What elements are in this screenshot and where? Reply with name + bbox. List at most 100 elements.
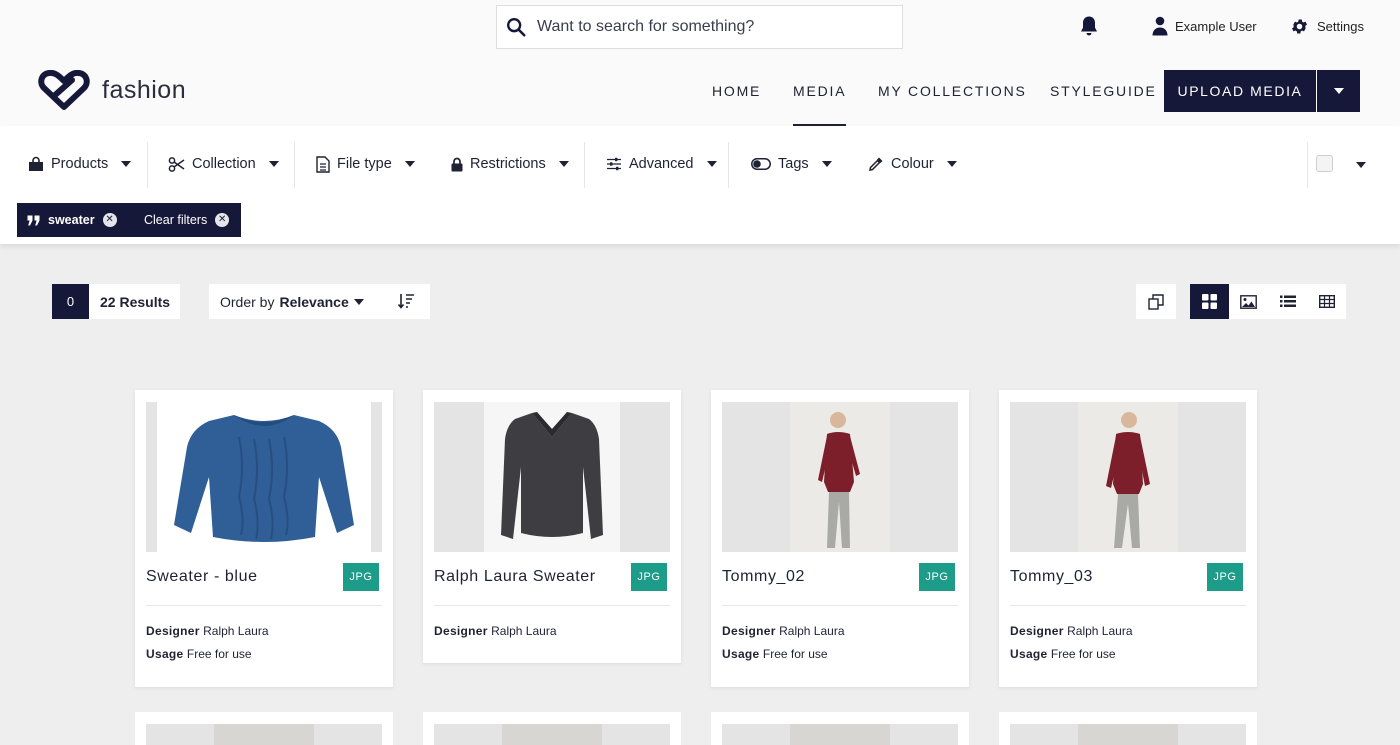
view-mode-toolbar — [1136, 284, 1346, 319]
order-by-dropdown[interactable]: Order by Relevance — [209, 284, 430, 319]
filter-colour[interactable]: Colour — [868, 138, 957, 190]
divider — [294, 142, 295, 188]
search-bar[interactable] — [496, 5, 903, 49]
media-thumbnail[interactable] — [722, 724, 958, 745]
media-thumbnail[interactable] — [1010, 402, 1246, 552]
grid-icon — [1202, 294, 1217, 309]
usage-row: Usage Free for use — [1010, 647, 1116, 661]
upload-options-button[interactable] — [1317, 70, 1360, 112]
image-icon — [1240, 294, 1257, 309]
search-input[interactable] — [537, 18, 877, 36]
nav-home[interactable]: HOME — [712, 56, 761, 126]
file-type-badge: JPG — [343, 563, 379, 591]
media-thumbnail[interactable] — [434, 724, 670, 745]
filter-label: Colour — [891, 156, 934, 172]
nav-media[interactable]: MEDIA — [793, 56, 847, 126]
media-thumbnail[interactable] — [146, 402, 382, 552]
media-card[interactable]: Ralph Laura Sweater JPG Designer Ralph L… — [423, 390, 681, 663]
caret-down-icon — [821, 161, 832, 167]
list-view-button[interactable] — [1268, 284, 1307, 319]
divider — [722, 605, 958, 606]
designer-value: Ralph Laura — [779, 624, 845, 638]
file-type-badge: JPG — [1207, 563, 1243, 591]
media-card[interactable]: Sweater - blue JPG Designer Ralph Laura … — [135, 390, 393, 687]
view-toggle-group — [1190, 284, 1346, 319]
filter-label: Advanced — [629, 156, 694, 172]
caret-down-icon — [946, 161, 957, 167]
media-card[interactable]: Tommy_03 JPG Designer Ralph Laura Usage … — [999, 390, 1257, 687]
table-view-button[interactable] — [1307, 284, 1346, 319]
media-card[interactable] — [999, 712, 1257, 745]
grid-view-button[interactable] — [1190, 284, 1229, 319]
filter-products[interactable]: Products — [28, 138, 132, 190]
filter-tags[interactable]: Tags — [751, 138, 832, 190]
caret-down-icon — [353, 298, 364, 305]
filter-advanced[interactable]: Advanced — [606, 138, 717, 190]
close-icon: ✕ — [215, 213, 230, 227]
media-card[interactable]: Tommy_02 JPG Designer Ralph Laura Usage … — [711, 390, 969, 687]
divider — [147, 142, 148, 188]
media-card[interactable] — [135, 712, 393, 745]
filter-label: File type — [337, 156, 392, 172]
nav-styleguide[interactable]: STYLEGUIDE — [1050, 56, 1157, 126]
media-thumbnail[interactable] — [434, 402, 670, 552]
caret-down-icon — [558, 161, 569, 167]
media-title[interactable]: Sweater - blue — [146, 568, 258, 586]
model-photo-image — [790, 724, 890, 745]
media-title[interactable]: Tommy_02 — [722, 568, 805, 586]
select-all-checkbox[interactable] — [1316, 155, 1333, 172]
filter-file-type[interactable]: File type — [316, 138, 415, 190]
designer-value: Ralph Laura — [491, 624, 557, 638]
bell-icon — [1081, 16, 1097, 36]
designer-row: Designer Ralph Laura — [722, 624, 845, 638]
filter-label: Collection — [192, 156, 256, 172]
sliders-icon — [607, 157, 621, 171]
brand-logo[interactable]: fashion — [38, 70, 186, 110]
media-thumbnail[interactable] — [146, 724, 382, 745]
order-prefix: Order by — [220, 293, 275, 310]
sort-descending-icon[interactable] — [397, 292, 415, 310]
select-options-caret-icon[interactable] — [1356, 162, 1366, 168]
upload-media-button[interactable]: UPLOAD MEDIA — [1164, 70, 1316, 112]
image-view-button[interactable] — [1229, 284, 1268, 319]
media-card[interactable] — [423, 712, 681, 745]
filter-bar: Products Collection File type Restrictio… — [0, 126, 1400, 244]
user-menu[interactable]: Example User — [1152, 0, 1257, 52]
copy-button[interactable] — [1136, 284, 1176, 319]
settings-button[interactable]: Settings — [1290, 0, 1364, 52]
search-icon — [507, 18, 526, 37]
media-title[interactable]: Tommy_03 — [1010, 568, 1093, 586]
blue-sweater-image — [157, 402, 371, 552]
heart-logo-icon — [38, 70, 90, 110]
divider — [1307, 142, 1308, 188]
filter-collection[interactable]: Collection — [168, 138, 279, 190]
model-photo-image — [790, 402, 890, 552]
media-title[interactable]: Ralph Laura Sweater — [434, 568, 596, 586]
designer-value: Ralph Laura — [1067, 624, 1133, 638]
usage-label: Usage — [146, 647, 184, 661]
copy-icon — [1148, 293, 1164, 310]
notifications-button[interactable] — [1077, 0, 1101, 52]
table-icon — [1318, 295, 1335, 308]
media-thumbnail[interactable] — [1010, 724, 1246, 745]
main-header: fashion HOME MEDIA MY COLLECTIONS STYLEG… — [0, 56, 1400, 126]
designer-label: Designer — [146, 624, 200, 638]
designer-label: Designer — [722, 624, 776, 638]
model-photo-image — [502, 724, 602, 745]
grey-sweater-image — [484, 402, 620, 552]
top-utility-bar: Example User Settings — [0, 0, 1400, 56]
usage-row: Usage Free for use — [722, 647, 828, 661]
media-card[interactable] — [711, 712, 969, 745]
designer-value: Ralph Laura — [203, 624, 269, 638]
filter-label: Tags — [778, 156, 809, 172]
list-icon — [1279, 295, 1296, 307]
remove-chip-icon[interactable]: ✕ — [102, 213, 117, 227]
gear-icon — [1291, 19, 1308, 33]
filter-restrictions[interactable]: Restrictions — [451, 138, 569, 190]
results-count: 22 Results — [89, 284, 180, 319]
media-thumbnail[interactable] — [722, 402, 958, 552]
designer-row: Designer Ralph Laura — [1010, 624, 1133, 638]
nav-my-collections[interactable]: MY COLLECTIONS — [878, 56, 1027, 126]
active-filter-chip[interactable]: sweater ✕ — [17, 203, 129, 237]
clear-filters-button[interactable]: Clear filters ✕ — [128, 203, 242, 237]
